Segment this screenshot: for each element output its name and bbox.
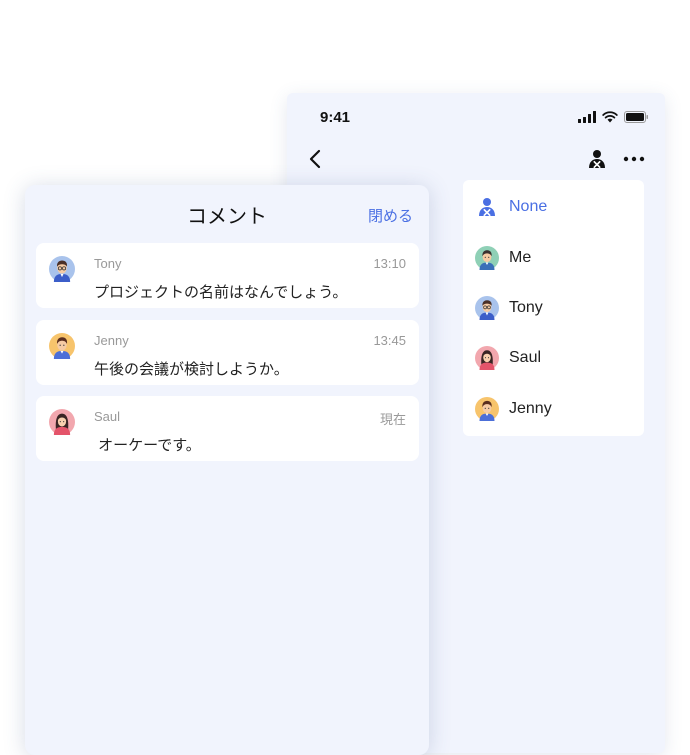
- more-icon[interactable]: [623, 156, 645, 162]
- assignee-option-label: None: [509, 198, 548, 216]
- assignee-option-jenny[interactable]: Jenny: [463, 384, 644, 434]
- comment-author: Tony: [94, 256, 122, 271]
- back-chevron-icon[interactable]: [307, 149, 325, 169]
- signal-icon: [578, 111, 596, 123]
- assignee-option-tony[interactable]: Tony: [463, 283, 644, 333]
- comment-time: 現在: [379, 412, 406, 427]
- comment-card: Jenny 13:45 午後の会議が検討しようか。: [36, 320, 419, 385]
- comment-author: Jenny: [94, 333, 129, 348]
- status-time: 9:41: [320, 109, 351, 126]
- avatar-me-icon: [475, 245, 499, 270]
- assignee-option-saul[interactable]: Saul: [463, 333, 644, 383]
- close-button[interactable]: 閉める: [368, 205, 413, 226]
- assignee-option-none[interactable]: None: [463, 182, 644, 232]
- avatar-tony-icon: [475, 295, 499, 320]
- avatar-jenny-icon: [49, 333, 75, 359]
- avatar-tony-icon: [49, 256, 75, 282]
- battery-icon: [624, 111, 648, 123]
- comments-panel: コメント 閉める Tony 13:10 プロジェクトの名前はなんでしょう。 Je…: [25, 185, 429, 755]
- assignee-option-me[interactable]: Me: [463, 232, 644, 282]
- comment-card: Tony 13:10 プロジェクトの名前はなんでしょう。: [36, 243, 419, 308]
- assignee-option-label: Jenny: [509, 399, 552, 417]
- comment-text: プロジェクトの名前はなんでしょう。: [94, 284, 348, 301]
- comment-text: 午後の会議が検討しようか。: [94, 361, 289, 378]
- assign-user-icon[interactable]: [587, 149, 607, 169]
- assignee-option-label: Saul: [509, 349, 542, 367]
- assignee-option-label: Tony: [509, 298, 543, 316]
- comment-time: 13:10: [373, 256, 406, 271]
- unassigned-user-icon: [475, 195, 499, 219]
- wifi-icon: [602, 111, 618, 123]
- comment-text: オーケーです。: [94, 437, 201, 454]
- status-icons: [578, 111, 649, 123]
- comment-author: Saul: [94, 409, 121, 424]
- avatar-saul-icon: [49, 409, 75, 435]
- comment-card: Saul 現在 オーケーです。: [36, 396, 419, 461]
- assignee-option-label: Me: [509, 248, 532, 266]
- assignee-dropdown: None Me Tony Saul Jenny: [463, 180, 644, 436]
- avatar-jenny-icon: [475, 396, 499, 421]
- comment-time: 13:45: [373, 333, 406, 348]
- avatar-saul-icon: [475, 346, 499, 371]
